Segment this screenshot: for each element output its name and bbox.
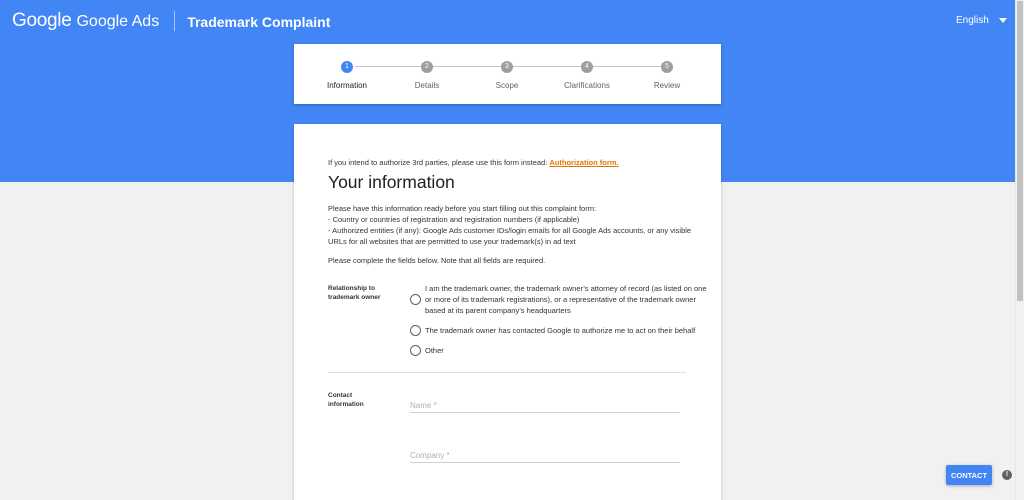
step-label: Scope <box>495 81 519 90</box>
authorization-form-link[interactable]: Authorization form. <box>549 158 618 167</box>
radio-option-label: I am the trademark owner, the trademark … <box>425 284 707 315</box>
radio-option-other[interactable]: Other <box>410 345 715 356</box>
contact-information-label: Contact information <box>328 392 364 408</box>
form-card: If you intend to authorize 3rd parties, … <box>294 124 721 500</box>
step-number-badge: 3 <box>501 61 513 73</box>
name-field[interactable] <box>410 399 680 413</box>
caret-down-icon <box>998 18 1007 23</box>
step-details[interactable]: 2 Details <box>387 61 467 90</box>
step-number-badge: 1 <box>341 61 353 73</box>
language-label: English <box>956 15 989 26</box>
progress-stepper: 1 Information 2 Details 3 Scope 4 Clarif… <box>294 44 721 104</box>
section-heading: Your information <box>328 172 455 192</box>
alert-info-icon[interactable]: ! <box>1002 470 1012 480</box>
step-review[interactable]: 5 Review <box>627 61 707 90</box>
google-ads-logo-text: Google Ads <box>76 13 160 30</box>
step-label: Information <box>326 81 368 90</box>
step-label: Details <box>414 81 440 90</box>
step-information[interactable]: 1 Information <box>307 61 387 90</box>
step-number-badge: 5 <box>661 61 673 73</box>
company-field[interactable] <box>410 449 680 463</box>
brand: Google Google Ads Trademark Complaint <box>12 10 330 32</box>
page-scrollbar[interactable] <box>1015 0 1024 500</box>
instruction-item: - Country or countries of registration a… <box>328 215 580 224</box>
authorization-notice-text: If you intend to authorize 3rd parties, … <box>328 158 550 167</box>
scrollbar-thumb[interactable] <box>1017 1 1023 301</box>
page-title: Trademark Complaint <box>187 13 331 30</box>
radio-button[interactable] <box>410 325 421 336</box>
step-label: Clarifications <box>564 81 610 90</box>
authorization-notice: If you intend to authorize 3rd parties, … <box>328 158 619 167</box>
radio-button[interactable] <box>410 345 421 356</box>
section-divider <box>328 372 686 373</box>
step-number-badge: 2 <box>421 61 433 73</box>
step-clarifications[interactable]: 4 Clarifications <box>547 61 627 90</box>
radio-option-label: Other <box>425 346 444 355</box>
contact-button[interactable]: CONTACT <box>946 465 992 485</box>
instructions-intro: Please have this information ready befor… <box>328 204 597 213</box>
preparation-instructions: Please have this information ready befor… <box>328 203 698 247</box>
radio-option-owner[interactable]: I am the trademark owner, the trademark … <box>410 283 715 316</box>
step-label: Review <box>653 81 681 90</box>
step-number-badge: 4 <box>581 61 593 73</box>
google-logo: Google <box>12 10 72 31</box>
relationship-label: Relationship to trademark owner <box>328 285 381 301</box>
required-fields-note: Please complete the fields below. Note t… <box>328 256 546 265</box>
radio-button[interactable] <box>410 294 421 305</box>
radio-option-label: The trademark owner has contacted Google… <box>425 326 696 335</box>
instruction-item: - Authorized entities (if any): Google A… <box>328 226 692 246</box>
language-selector[interactable]: English <box>956 15 1007 26</box>
radio-option-authorized[interactable]: The trademark owner has contacted Google… <box>410 325 715 336</box>
header-divider <box>174 11 176 31</box>
step-scope[interactable]: 3 Scope <box>467 61 547 90</box>
